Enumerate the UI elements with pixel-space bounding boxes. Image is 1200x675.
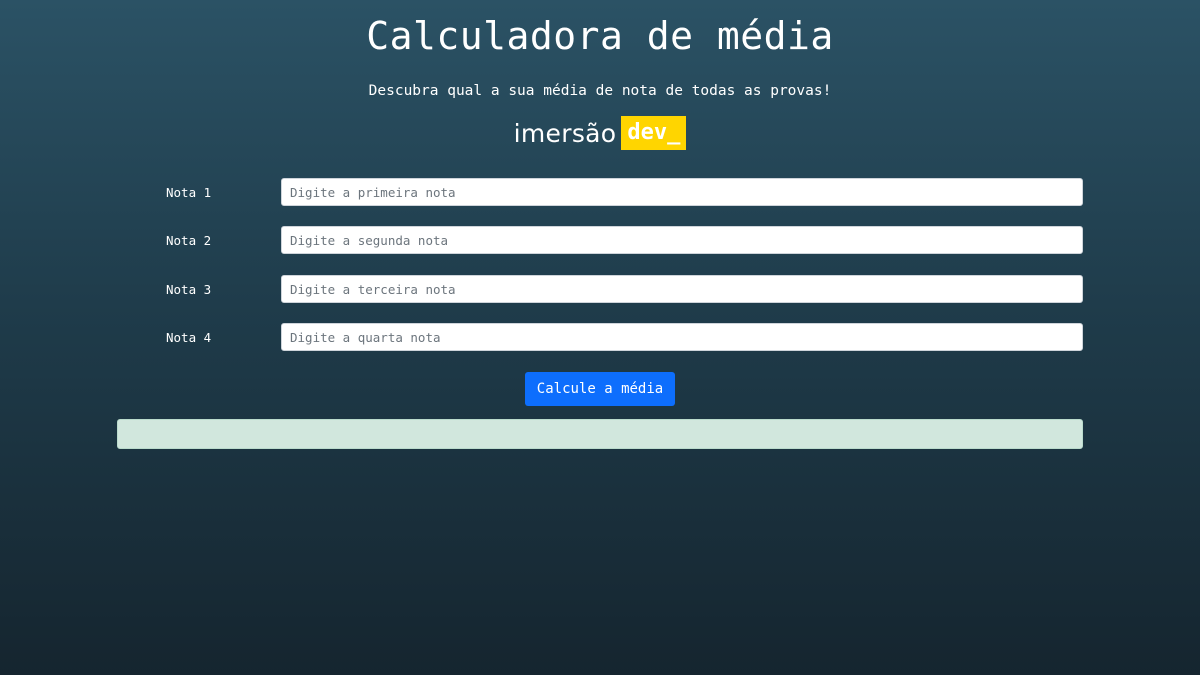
page-title: Calculadora de média [366,14,834,58]
nota-2-label: Nota 2 [166,232,212,248]
nota-2-input[interactable] [281,226,1083,254]
nota-1-input[interactable] [281,178,1083,206]
form-row-nota-2: Nota 2 [166,226,1083,254]
logo-badge: dev_ [621,116,687,150]
page-subtitle: Descubra qual a sua média de nota de tod… [368,83,832,99]
form-row-nota-4: Nota 4 [166,323,1083,351]
result-box [117,419,1083,449]
nota-1-label: Nota 1 [166,184,212,200]
form-row-nota-3: Nota 3 [166,275,1083,303]
nota-4-input[interactable] [281,323,1083,351]
calculate-average-button[interactable]: Calcule a média [525,372,675,406]
form-row-nota-1: Nota 1 [166,178,1083,206]
nota-3-input[interactable] [281,275,1083,303]
imersao-dev-logo: imersão dev_ [0,116,1200,150]
nota-4-label: Nota 4 [166,329,212,345]
nota-3-label: Nota 3 [166,281,212,297]
logo-word: imersão [513,118,617,148]
